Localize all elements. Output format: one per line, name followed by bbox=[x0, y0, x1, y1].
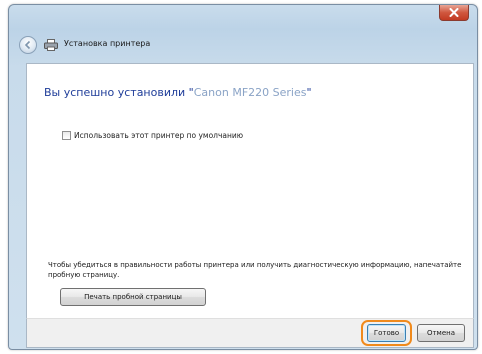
test-page-info: Чтобы убедиться в правильности работы пр… bbox=[48, 261, 462, 279]
success-heading: Вы успешно установили "Canon MF220 Serie… bbox=[44, 86, 312, 99]
default-printer-option[interactable]: Использовать этот принтер по умолчанию bbox=[62, 131, 243, 140]
footer-bar: Готово Отмена bbox=[26, 318, 474, 348]
heading-suffix: " bbox=[306, 86, 312, 99]
print-test-page-button[interactable]: Печать пробной страницы bbox=[60, 288, 206, 306]
content-panel: Вы успешно установили "Canon MF220 Serie… bbox=[26, 63, 474, 318]
back-button[interactable] bbox=[19, 36, 37, 54]
close-button[interactable] bbox=[439, 5, 469, 21]
cancel-button[interactable]: Отмена bbox=[417, 324, 465, 342]
finish-highlight: Готово bbox=[361, 320, 412, 346]
printer-name: Canon MF220 Series bbox=[193, 86, 307, 99]
back-arrow-icon bbox=[24, 40, 31, 50]
printer-setup-window: Установка принтера Вы успешно установили… bbox=[8, 4, 478, 350]
printer-icon bbox=[44, 39, 58, 51]
default-printer-checkbox[interactable] bbox=[62, 131, 71, 140]
close-icon bbox=[449, 8, 459, 17]
default-printer-label: Использовать этот принтер по умолчанию bbox=[74, 131, 244, 140]
window-title: Установка принтера bbox=[64, 39, 151, 48]
heading-prefix: Вы успешно установили " bbox=[44, 86, 194, 99]
finish-button[interactable]: Готово bbox=[367, 324, 406, 342]
